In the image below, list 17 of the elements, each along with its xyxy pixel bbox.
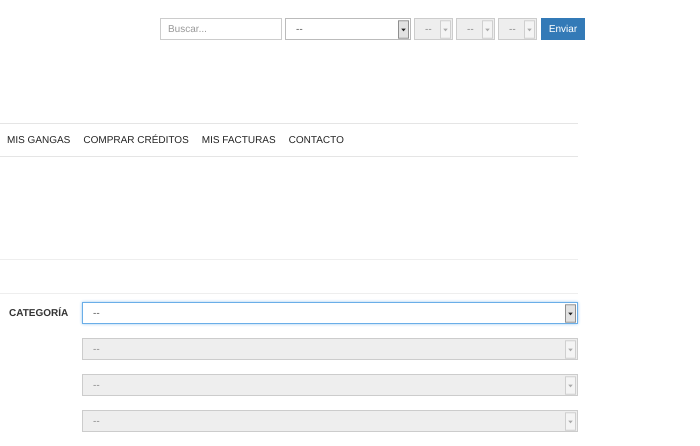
caret-icon bbox=[565, 340, 576, 358]
nav-link[interactable]: MIS GANGAS bbox=[7, 134, 70, 146]
field-label: CATEGORÍA bbox=[9, 306, 70, 321]
caret-icon bbox=[565, 412, 576, 430]
caret-icon bbox=[524, 20, 535, 38]
dropdown[interactable]: -- bbox=[285, 18, 411, 40]
caret-icon bbox=[482, 20, 493, 38]
caret-icon bbox=[440, 20, 451, 38]
dropdown[interactable]: -- bbox=[82, 302, 578, 324]
caret-icon bbox=[398, 20, 409, 38]
search-field[interactable]: Buscar... bbox=[160, 18, 282, 40]
submit-button[interactable]: Enviar bbox=[541, 18, 585, 40]
nav-link[interactable]: MIS FACTURAS bbox=[202, 134, 276, 146]
nav-link[interactable]: COMPRAR CRÉDITOS bbox=[83, 134, 189, 146]
nav-link[interactable]: CONTACTO bbox=[288, 134, 344, 146]
caret-icon bbox=[565, 376, 576, 394]
caret-icon bbox=[565, 304, 576, 322]
